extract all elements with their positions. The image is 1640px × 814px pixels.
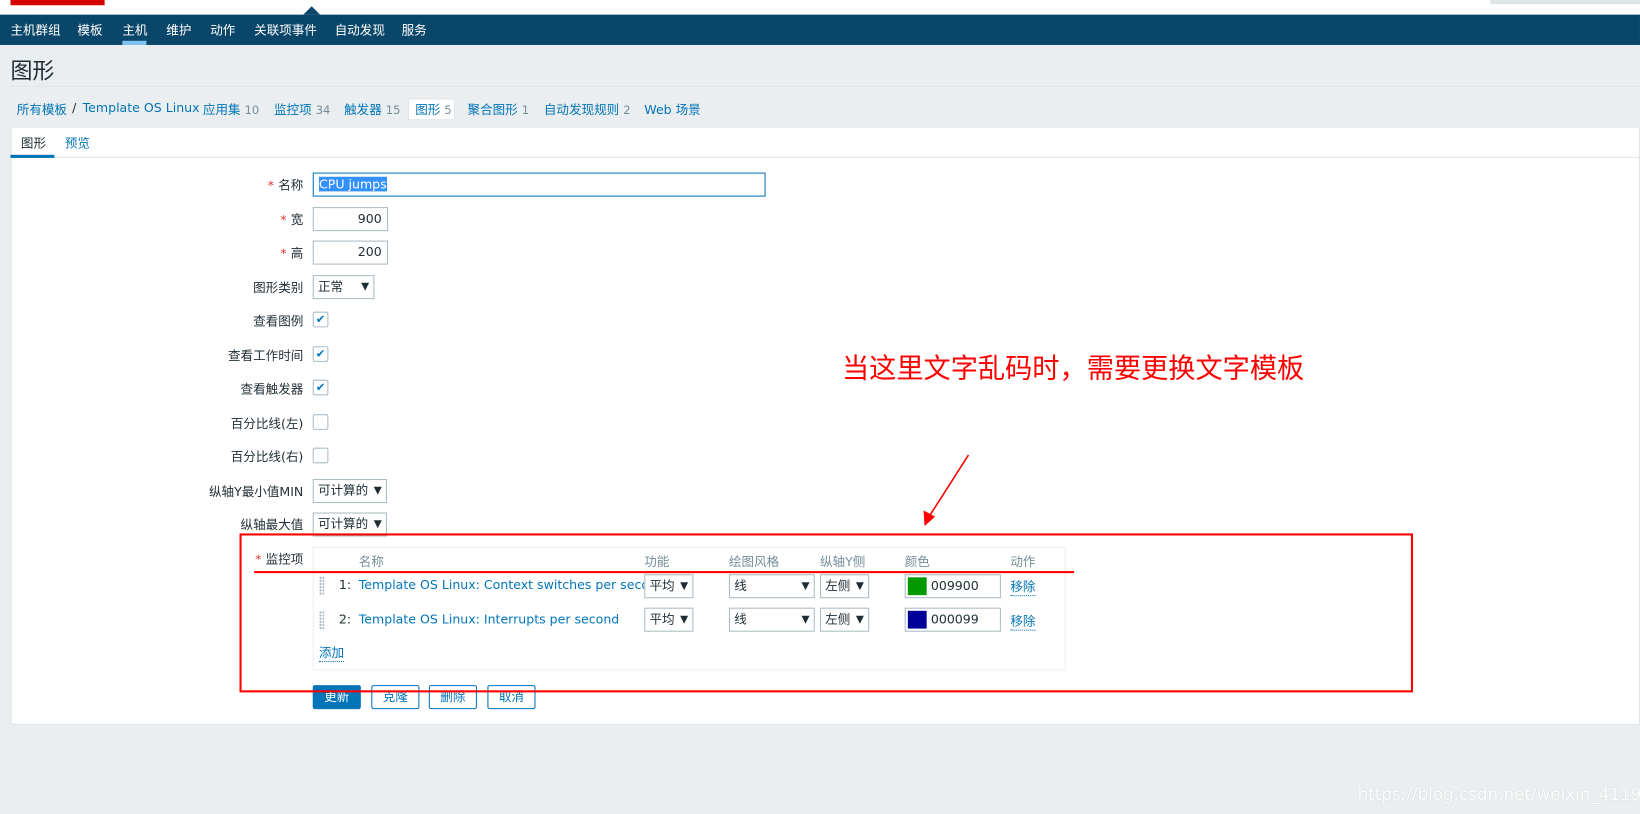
link-label: 应用集: [202, 102, 241, 118]
menu-pointer: [303, 6, 321, 15]
divider: [10, 85, 1640, 87]
tab-preview[interactable]: 预览: [65, 134, 90, 152]
link-label: 聚合图形: [467, 102, 518, 118]
count: 15: [385, 103, 401, 118]
breadcrumb-screens[interactable]: 聚合图形 1: [468, 100, 530, 118]
tab-graph[interactable]: 图形: [21, 134, 46, 152]
annotation-arrow-icon: [923, 454, 970, 527]
page-title: 图形: [10, 58, 55, 84]
percentile-left-label: 百分比线(左): [230, 416, 304, 431]
required-mark: *: [267, 177, 275, 193]
show-worktime-checkbox[interactable]: ✔: [312, 346, 329, 362]
percentile-right-checkbox[interactable]: [312, 447, 329, 464]
show-legend-checkbox[interactable]: ✔: [312, 311, 329, 328]
selected-text: CPU jumps: [318, 176, 387, 192]
tab-active-indicator: [10, 154, 55, 158]
name-label: * 名称: [268, 176, 304, 194]
percentile-left-checkbox[interactable]: [312, 414, 329, 430]
top-bar: [0, 0, 1640, 15]
link-label: 自动发现规则: [543, 102, 620, 118]
watermark: https://blog.csdn.net/weixin_41191813: [1357, 784, 1640, 805]
label-text: 名称: [278, 177, 304, 193]
main-nav: 主机群组 模板 主机 维护 动作 关联项事件 自动发现 服务: [0, 14, 1640, 45]
ymin-select[interactable]: 可计算的 ▼: [312, 479, 387, 504]
name-input[interactable]: CPU jumps: [312, 172, 766, 197]
annotation-underline: [254, 571, 1075, 574]
width-label: * 宽: [280, 210, 303, 228]
show-triggers-label: 查看触发器: [240, 381, 304, 397]
check-icon: ✔: [315, 347, 326, 361]
nav-hosts[interactable]: 主机: [122, 21, 147, 39]
logo[interactable]: [10, 0, 105, 6]
show-worktime-label: 查看工作时间: [227, 348, 304, 363]
nav-event-correlation[interactable]: 关联项事件: [254, 21, 317, 39]
label-text: 宽: [290, 212, 304, 227]
nav-active-indicator: [122, 40, 147, 45]
nav-host-groups[interactable]: 主机群组: [10, 21, 60, 39]
breadcrumb-applications[interactable]: 应用集 10: [203, 100, 259, 118]
chevron-down-icon: ▼: [373, 485, 382, 497]
selected-value: 正常: [317, 279, 344, 294]
link-label: 图形: [415, 102, 441, 118]
breadcrumb-graphs[interactable]: 图形 5: [415, 100, 451, 118]
link-label: 触发器: [344, 102, 382, 118]
breadcrumb-all-templates[interactable]: 所有模板: [17, 100, 67, 118]
ymin-label: 纵轴Y最小值MIN: [208, 484, 304, 499]
check-icon: ✔: [315, 380, 326, 395]
percentile-right-label: 百分比线(右): [230, 449, 304, 465]
selected-value: 可计算的: [317, 516, 369, 532]
ymax-label: 纵轴最大值: [240, 517, 304, 533]
required-mark: *: [280, 212, 287, 227]
width-input[interactable]: 900: [312, 207, 389, 232]
check-icon: ✔: [315, 312, 326, 327]
show-triggers-checkbox[interactable]: ✔: [312, 379, 329, 396]
chevron-down-icon: ▼: [361, 281, 370, 293]
annotation-text: 当这里文字乱码时，需要更换文字模板: [841, 353, 1305, 385]
search-input[interactable]: [1490, 0, 1640, 5]
graph-type-label: 图形类别: [253, 280, 304, 295]
breadcrumb-discovery-rules[interactable]: 自动发现规则 2: [544, 100, 631, 118]
breadcrumb-web-scenarios[interactable]: Web 场景: [644, 100, 700, 118]
page: 主机群组 模板 主机 维护 动作 关联项事件 自动发现 服务 图形 所有模板 /…: [0, 0, 1640, 814]
selected-value: 可计算的: [317, 483, 369, 498]
nav-actions[interactable]: 动作: [210, 21, 235, 39]
count: 34: [315, 103, 331, 118]
height-input[interactable]: 200: [312, 240, 389, 265]
breadcrumb-items[interactable]: 监控项 34: [274, 100, 330, 118]
label-text: 高: [290, 245, 304, 261]
annotation-box: [239, 533, 1414, 693]
graph-type-select[interactable]: 正常 ▼: [312, 275, 375, 300]
link-label: 监控项: [274, 102, 312, 118]
count: 1: [521, 103, 530, 118]
breadcrumb-separator: /: [72, 100, 77, 116]
tab-divider: [10, 156, 1640, 158]
nav-discovery[interactable]: 自动发现: [335, 21, 385, 39]
nav-templates[interactable]: 模板: [77, 21, 102, 39]
count: 2: [623, 103, 631, 118]
breadcrumb-template[interactable]: Template OS Linux: [83, 100, 200, 115]
required-mark: *: [280, 245, 287, 261]
count: 5: [444, 103, 452, 118]
count: 10: [244, 103, 260, 118]
breadcrumb-triggers[interactable]: 触发器 15: [344, 100, 400, 118]
nav-services[interactable]: 服务: [402, 21, 427, 39]
height-label: * 高: [280, 244, 303, 262]
show-legend-label: 查看图例: [253, 313, 304, 329]
nav-maintenance[interactable]: 维护: [166, 21, 191, 39]
chevron-down-icon: ▼: [373, 518, 382, 531]
